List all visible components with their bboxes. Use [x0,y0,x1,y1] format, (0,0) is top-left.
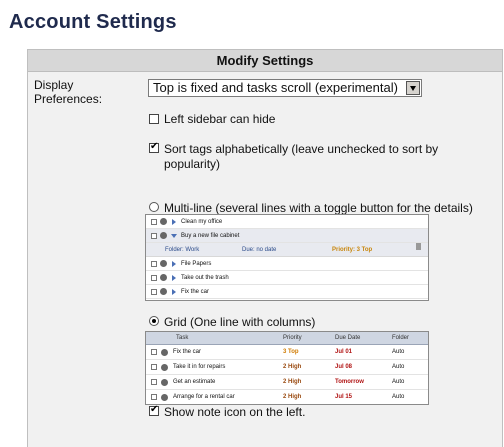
dropdown-arrow-icon[interactable] [406,81,420,95]
task-name: Get an estimate [173,379,216,385]
list-item: Buy a new file cabinet [146,229,428,243]
sort-tags-label: Sort tags alphabetically (leave unchecke… [164,142,438,172]
checkbox-icon [151,261,157,267]
task-name: Arrange for a rental car [173,394,235,400]
expand-triangle-icon [172,275,176,281]
display-mode-value: Top is fixed and tasks scroll (experimen… [153,80,398,95]
task-name: Take it in for repairs [173,364,226,370]
checkbox-icon [151,233,157,239]
expand-triangle-icon [172,261,176,267]
checkbox-icon [151,364,157,370]
folder-detail: Folder: Work [165,247,200,253]
due-date-value: Jul 15 [335,394,353,400]
list-item: Clean my office [146,215,428,229]
priority-value: 2 High [283,364,302,370]
grid-preview: Task Priority Due Date Folder Fix the ca… [145,331,429,405]
folder-value: Auto [392,394,405,400]
due-detail: Due: no date [242,247,277,253]
multiline-radio[interactable] [149,202,159,212]
sort-tags-label-line1: Sort tags alphabetically (leave unchecke… [164,142,439,156]
checkbox-icon [151,289,157,295]
grid-radio[interactable] [149,316,159,326]
display-preferences-label: Display Preferences: [34,78,102,106]
folder-value: Auto [392,364,405,370]
folder-value: Auto [392,379,405,385]
toggle-circle-icon [160,288,167,295]
column-header: Task [176,335,189,341]
checkbox-icon [151,219,157,225]
toggle-circle-icon [161,379,168,386]
column-header: Folder [392,335,410,341]
table-row: Arrange for a rental car 2 High Jul 15 A… [146,390,428,404]
list-item: File Papers [146,257,428,271]
task-name: Buy a new file cabinet [181,233,240,239]
task-name: Take out the trash [181,275,229,281]
checkbox-icon [151,394,157,400]
expand-triangle-icon [172,289,176,295]
toggle-circle-icon [160,218,167,225]
column-header: Due Date [335,335,361,341]
folder-value: Auto [392,349,405,355]
display-label-line1: Display [34,78,74,92]
left-sidebar-checkbox[interactable] [149,114,159,124]
toggle-circle-icon [160,274,167,281]
toggle-circle-icon [160,260,167,267]
checkbox-icon [151,349,157,355]
priority-value: 2 High [283,394,302,400]
table-row: Take it in for repairs 2 High Jul 08 Aut… [146,360,428,375]
task-name: Clean my office [181,219,223,225]
show-note-icon-checkbox[interactable] [149,404,159,416]
panel-header: Modify Settings [28,50,502,72]
priority-detail: Priority: 3 Top [332,247,373,253]
task-detail-row: Folder: Work Due: no date Priority: 3 To… [146,243,428,257]
toggle-circle-icon [160,232,167,239]
toggle-circle-icon [161,349,168,356]
grid-label: Grid (One line with columns) [164,315,316,329]
multiline-preview: Clean my office Buy a new file cabinet F… [145,214,429,301]
list-item: Take out the trash [146,271,428,285]
task-name: File Papers [181,261,212,267]
collapse-triangle-icon [171,234,177,238]
display-label-line2: Preferences: [34,92,103,106]
checkbox-icon [151,275,157,281]
checkbox-icon [151,379,157,385]
due-date-value: Jul 01 [335,349,353,355]
due-date-value: Tomorrow [335,379,364,385]
display-mode-select[interactable]: Top is fixed and tasks scroll (experimen… [148,79,422,97]
task-name: Fix the car [173,349,202,355]
page-title: Account Settings [9,11,177,33]
grid-header-row: Task Priority Due Date Folder [146,332,428,345]
expand-triangle-icon [172,219,176,225]
left-sidebar-label: Left sidebar can hide [164,112,276,126]
toggle-circle-icon [161,394,168,401]
table-row: Fix the car 3 Top Jul 01 Auto [146,345,428,360]
task-name: Fix the car [181,289,210,295]
priority-value: 3 Top [283,349,299,355]
table-row: Get an estimate 2 High Tomorrow Auto [146,375,428,390]
due-date-value: Jul 08 [335,364,353,370]
trash-icon [416,243,421,250]
column-header: Priority [283,335,302,341]
priority-value: 2 High [283,379,302,385]
show-note-icon-label: Show note icon on the left. [164,405,306,419]
list-item: Fix the car [146,285,428,299]
sort-tags-checkbox[interactable] [149,141,159,153]
toggle-circle-icon [161,364,168,371]
sort-tags-label-line2: popularity) [164,157,221,171]
